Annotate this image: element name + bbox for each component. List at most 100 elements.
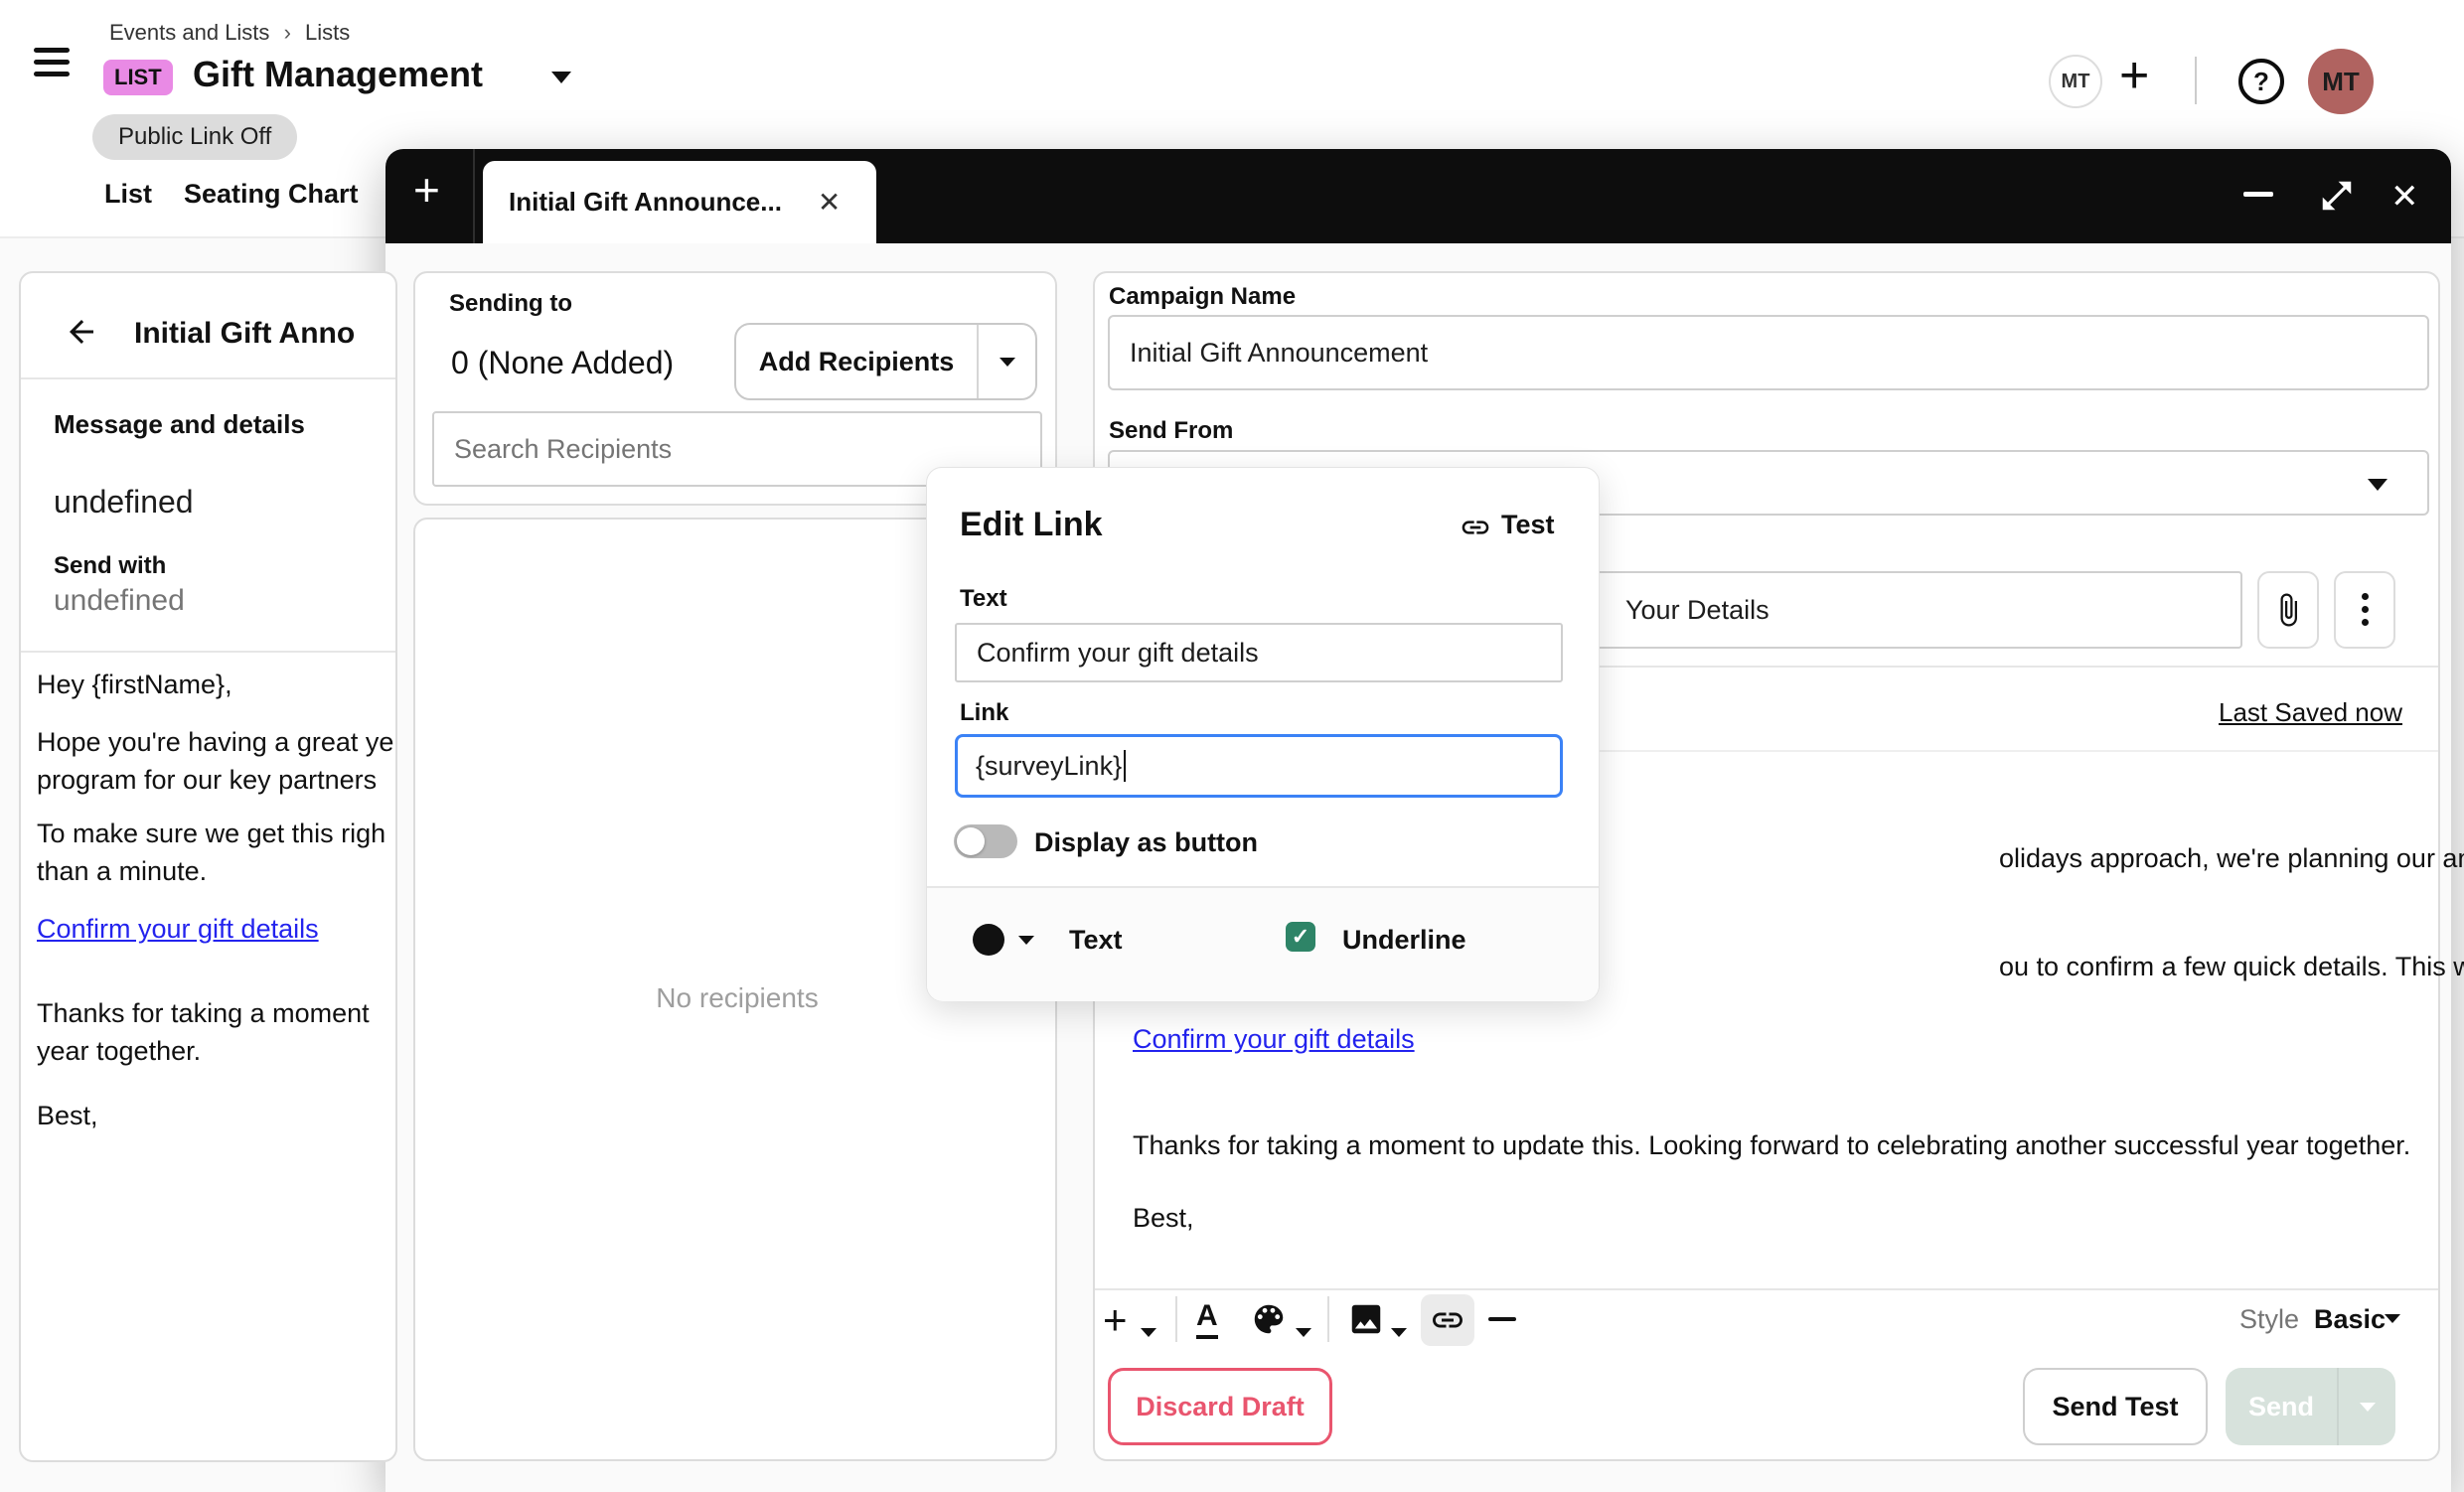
titlebar-divider (473, 149, 475, 243)
toolbar-sep (1175, 1296, 1177, 1342)
campaign-detail-panel: Initial Gift Anno Message and details un… (19, 271, 397, 1462)
subject-visible-text: Your Details (1625, 595, 1770, 626)
underline-checkbox[interactable]: ✓ (1286, 922, 1315, 952)
preview-line: than a minute. (37, 856, 207, 887)
send-dropdown[interactable] (2339, 1368, 2395, 1445)
tab-list[interactable]: List (104, 179, 152, 210)
editor-tab[interactable]: Initial Gift Announce... ✕ (483, 161, 876, 243)
more-options-button[interactable] (2334, 571, 2395, 649)
panel-message-value: undefined (54, 484, 194, 521)
header-divider (2195, 57, 2197, 104)
display-as-button-toggle[interactable] (954, 824, 1017, 858)
header-add-button[interactable]: + (2119, 46, 2149, 105)
preview-line: year together. (37, 1036, 201, 1067)
preview-line: Thanks for taking a moment (37, 998, 370, 1029)
panel-divider (21, 377, 395, 379)
panel-divider-2 (21, 651, 395, 653)
breadcrumb: Events and Lists › Lists (109, 20, 350, 46)
chevron-down-icon (1000, 358, 1015, 367)
tab-seating-chart[interactable]: Seating Chart (184, 179, 359, 210)
chevron-down-icon[interactable] (2385, 1314, 2400, 1323)
new-tab-button[interactable]: + (413, 163, 440, 217)
body-paragraph-1: olidays approach, we're planning our ann… (1999, 843, 2464, 874)
breadcrumb-item-events[interactable]: Events and Lists (109, 20, 269, 45)
add-recipients-split-button: Add Recipients (734, 323, 1037, 400)
editor-tab-title: Initial Gift Announce... (509, 187, 782, 218)
color-palette-button[interactable] (1250, 1300, 1288, 1338)
minimize-icon[interactable] (2243, 192, 2273, 197)
image-icon (1347, 1300, 1385, 1338)
test-link-icon (1460, 512, 1491, 543)
chevron-down-icon (2368, 479, 2387, 491)
body-gift-details-link[interactable]: Confirm your gift details (1133, 1024, 1415, 1055)
campaign-name-label: Campaign Name (1109, 283, 1296, 311)
dialog-footer: Text ✓ Underline (927, 886, 1599, 1001)
send-split-button: Send (2226, 1368, 2395, 1445)
breadcrumb-item-lists[interactable]: Lists (305, 20, 350, 45)
hamburger-menu-icon[interactable] (34, 48, 70, 76)
sending-to-label: Sending to (449, 290, 572, 318)
back-arrow-icon[interactable] (64, 314, 99, 350)
insert-link-button[interactable] (1421, 1294, 1474, 1346)
chevron-down-icon[interactable] (1018, 936, 1034, 945)
attach-file-button[interactable] (2257, 571, 2319, 649)
link-text-label: Text (960, 585, 1007, 613)
link-url-input[interactable]: {surveyLink} (955, 734, 1563, 798)
preview-closing: Best, (37, 1101, 98, 1131)
breadcrumb-separator: › (284, 20, 291, 45)
style-value[interactable]: Basic (2314, 1304, 2386, 1335)
link-url-value: {surveyLink} (976, 751, 1122, 782)
edit-link-dialog: Edit Link Test Text Link {surveyLink} Di… (926, 467, 1600, 1001)
body-paragraph-2: ou to confirm a few quick details. This … (1999, 952, 2464, 982)
discard-draft-button[interactable]: Discard Draft (1108, 1368, 1332, 1445)
text-color-swatch[interactable] (973, 924, 1004, 956)
chevron-down-icon[interactable] (1296, 1328, 1311, 1337)
preview-line: To make sure we get this righ (37, 819, 385, 849)
palette-icon (1250, 1300, 1288, 1338)
campaign-name-input[interactable] (1108, 315, 2429, 390)
insert-image-button[interactable] (1347, 1300, 1385, 1338)
body-paragraph-3: Thanks for taking a moment to update thi… (1133, 1130, 2410, 1161)
public-link-status-pill[interactable]: Public Link Off (92, 114, 297, 160)
paperclip-icon (2270, 592, 2306, 628)
send-from-label: Send From (1109, 417, 1233, 445)
preview-line: Hope you're having a great ye (37, 727, 393, 758)
preview-gift-details-link[interactable]: Confirm your gift details (37, 914, 319, 945)
horizontal-rule-button[interactable] (1488, 1317, 1516, 1321)
workspace-avatar[interactable]: MT (2049, 55, 2102, 108)
panel-section-title: Message and details (54, 409, 305, 440)
page-title: Gift Management (193, 54, 483, 95)
preview-greeting: Hey {firstName}, (37, 670, 232, 700)
send-test-button[interactable]: Send Test (2023, 1368, 2208, 1445)
text-color-label: Text (1069, 925, 1123, 956)
toolbar-sep (1327, 1296, 1329, 1342)
help-icon[interactable]: ? (2238, 59, 2284, 104)
user-avatar[interactable]: MT (2308, 49, 2374, 114)
send-with-label: Send with (54, 552, 166, 580)
body-closing: Best, (1133, 1203, 1194, 1234)
link-text-input[interactable] (955, 623, 1563, 682)
panel-title: Initial Gift Anno (134, 317, 355, 351)
add-recipients-dropdown[interactable] (979, 325, 1035, 398)
add-recipients-button[interactable]: Add Recipients (736, 325, 977, 398)
display-as-button-label: Display as button (1034, 827, 1258, 858)
link-icon (1430, 1302, 1465, 1338)
app-root: Events and Lists › Lists LIST Gift Manag… (0, 0, 2464, 1492)
title-dropdown-caret-icon[interactable] (551, 72, 571, 83)
chevron-down-icon[interactable] (1141, 1328, 1156, 1337)
toolbar-divider (1095, 1288, 2438, 1290)
send-button[interactable]: Send (2226, 1368, 2337, 1445)
window-close-icon[interactable]: ✕ (2390, 177, 2419, 217)
test-button[interactable]: Test (1501, 510, 1555, 540)
send-with-value: undefined (54, 584, 185, 618)
text-format-button[interactable]: A (1196, 1299, 1218, 1339)
chevron-down-icon[interactable] (1391, 1328, 1407, 1337)
expand-icon[interactable] (2318, 177, 2356, 215)
window-titlebar[interactable]: + Initial Gift Announce... ✕ ✕ (385, 149, 2451, 243)
last-saved-link[interactable]: Last Saved now (2219, 697, 2402, 728)
insert-block-button[interactable]: + (1103, 1296, 1128, 1344)
underline-label: Underline (1342, 925, 1466, 956)
tab-close-icon[interactable]: ✕ (818, 186, 841, 219)
list-type-badge: LIST (103, 60, 173, 95)
text-cursor (1124, 750, 1126, 782)
